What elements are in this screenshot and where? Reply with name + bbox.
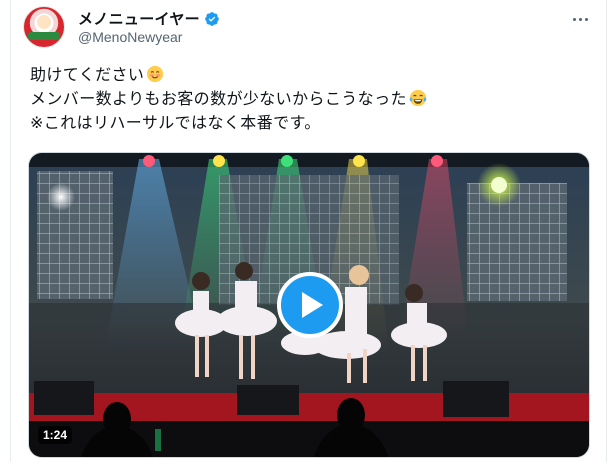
video-duration: 1:24 bbox=[38, 426, 73, 444]
tweet-text-line-2: メンバー数よりもお客の数が少ないからこうなった bbox=[30, 88, 427, 112]
smiling-face-emoji bbox=[147, 65, 164, 83]
tweet-text-line-1-text: 助けてください bbox=[30, 67, 145, 84]
more-options-icon[interactable] bbox=[569, 10, 591, 28]
tweet-text-line-1: 助けてください bbox=[30, 64, 427, 88]
play-icon[interactable] bbox=[277, 272, 343, 338]
display-name[interactable]: メノニューイヤー bbox=[78, 8, 200, 29]
tears-of-joy-emoji bbox=[409, 89, 427, 107]
tweet-text-line-2-text: メンバー数よりもお客の数が少ないからこうなった bbox=[30, 91, 407, 108]
avatar[interactable] bbox=[23, 6, 65, 48]
avatar-band bbox=[28, 32, 60, 40]
tweet-text-line-3: ※これはリハーサルではなく本番です。 bbox=[30, 112, 427, 136]
verified-badge-icon bbox=[205, 11, 219, 26]
author-name-row[interactable]: メノニューイヤー bbox=[78, 8, 220, 29]
avatar-face bbox=[37, 15, 51, 29]
user-handle[interactable]: @MenoNewyear bbox=[78, 29, 182, 45]
tweet-text-line-3-text: ※これはリハーサルではなく本番です。 bbox=[30, 115, 321, 132]
tweet-text: 助けてください メンバー数よりもお客の数が少ないからこうなった ※これはリハーサ… bbox=[30, 64, 427, 136]
